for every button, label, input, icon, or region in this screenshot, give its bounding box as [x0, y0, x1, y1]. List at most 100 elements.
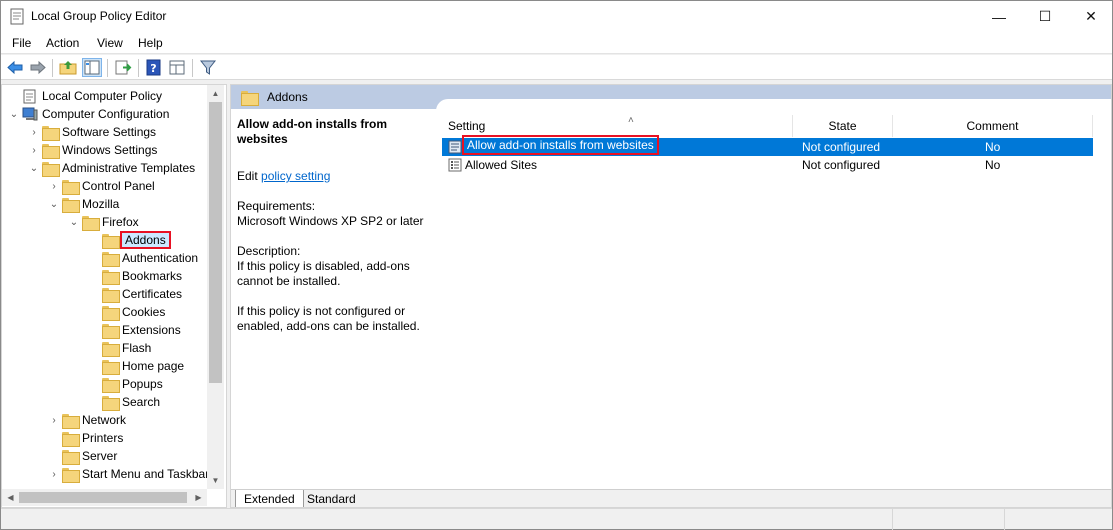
tree-item[interactable]: › Software Settings	[26, 123, 156, 141]
up-folder-icon[interactable]	[59, 59, 77, 76]
folder-icon	[62, 431, 80, 447]
forward-arrow-icon[interactable]	[29, 59, 47, 76]
menu-action[interactable]: Action	[46, 36, 79, 50]
menu-bar: File Action View Help	[1, 32, 1112, 54]
tree-item[interactable]: › Start Menu and Taskbar	[46, 465, 209, 483]
tab-standard[interactable]: Standard	[299, 490, 364, 507]
folder-icon	[42, 125, 60, 141]
folder-icon	[42, 143, 60, 159]
tree-item[interactable]: Cookies	[86, 303, 165, 321]
setting-comment: No	[985, 140, 1001, 154]
tree-item-label: Local Computer Policy	[42, 89, 163, 103]
scroll-left-arrow-icon[interactable]: ◀	[2, 489, 19, 506]
description-line-1: If this policy is disabled, add-ons cann…	[237, 259, 410, 288]
table-row[interactable]: Allowed Sites Not configured No	[442, 156, 1093, 174]
settings-list: Setting ˄ State Comment Allow add-on ins…	[436, 99, 1111, 489]
folder-icon	[102, 269, 120, 285]
folder-icon	[42, 161, 60, 177]
scroll-right-arrow-icon[interactable]: ▶	[190, 489, 207, 506]
description-line-2: If this policy is not configured or enab…	[237, 304, 420, 333]
export-list-icon[interactable]	[114, 59, 132, 76]
tab-extended[interactable]: Extended	[235, 490, 304, 507]
setting-state: Not configured	[802, 158, 881, 172]
tree-item[interactable]: Bookmarks	[86, 267, 182, 285]
folder-icon	[102, 233, 120, 249]
tree-item[interactable]: ⌄ Computer Configuration	[6, 105, 169, 123]
menu-file[interactable]: File	[12, 36, 31, 50]
view-tabs: Extended Standard	[231, 489, 1111, 507]
scroll-down-arrow-icon[interactable]: ▼	[207, 472, 224, 489]
chevron-right-icon[interactable]: ›	[26, 127, 42, 138]
chevron-right-icon[interactable]: ›	[46, 415, 62, 426]
tree-item[interactable]: › Windows Settings	[26, 141, 157, 159]
tree-item[interactable]: Certificates	[86, 285, 182, 303]
tree-item-label: Home page	[122, 359, 185, 373]
folder-icon	[102, 377, 120, 393]
folder-icon	[62, 413, 80, 429]
show-hide-tree-icon[interactable]	[82, 58, 102, 77]
tree-item[interactable]: › Network	[46, 411, 126, 429]
maximize-button[interactable]: ☐	[1022, 1, 1068, 32]
minimize-button[interactable]: —	[976, 1, 1022, 32]
close-button[interactable]: ✕	[1068, 1, 1113, 32]
properties-view-icon[interactable]	[168, 59, 186, 76]
tree-item-label: Popups	[122, 377, 163, 391]
policy-setting-link[interactable]: policy setting	[261, 169, 330, 183]
chevron-down-icon[interactable]: ⌄	[66, 217, 82, 228]
tree-item[interactable]: Home page	[86, 357, 184, 375]
tree-item-label: Network	[82, 413, 127, 427]
sort-ascending-icon: ˄	[628, 115, 634, 126]
column-header-state[interactable]: State	[793, 115, 893, 137]
column-label-state: State	[828, 119, 857, 133]
tree-item-label: Addons	[120, 231, 171, 249]
tree-item[interactable]: ⌄ Mozilla	[46, 195, 119, 213]
setting-name: Allow add-on installs from websites	[462, 135, 659, 155]
tree-item[interactable]: ⌄ Administrative Templates	[26, 159, 195, 177]
column-header-setting[interactable]: Setting ˄	[448, 115, 793, 137]
app-window: Local Group Policy Editor — ☐ ✕ File Act…	[0, 0, 1113, 530]
tree-item[interactable]: Local Computer Policy	[6, 87, 162, 105]
tree-item-label: Start Menu and Taskbar	[82, 467, 210, 481]
help-icon[interactable]: ?	[145, 59, 163, 76]
menu-help[interactable]: Help	[138, 36, 163, 50]
chevron-right-icon[interactable]: ›	[26, 145, 42, 156]
folder-icon	[102, 305, 120, 321]
computer-icon	[22, 107, 38, 120]
chevron-down-icon[interactable]: ⌄	[46, 199, 62, 210]
filter-icon[interactable]	[199, 59, 217, 76]
tree-pane: Local Computer Policy ⌄ Computer Configura…	[1, 84, 227, 508]
tree-item[interactable]: Printers	[46, 429, 123, 447]
chevron-right-icon[interactable]: ›	[46, 181, 62, 192]
chevron-down-icon[interactable]: ⌄	[26, 163, 42, 174]
tree-item[interactable]: Addons	[86, 231, 171, 249]
tree-item[interactable]: › Control Panel	[46, 177, 155, 195]
toolbar-separator	[107, 59, 108, 77]
tree-item[interactable]: Server	[46, 447, 117, 465]
folder-icon	[102, 341, 120, 357]
column-label-setting: Setting	[448, 119, 486, 133]
tree-item[interactable]: Extensions	[86, 321, 181, 339]
setting-name: Allowed Sites	[465, 158, 538, 172]
details-pane: Addons Allow add-on installs from websit…	[230, 84, 1112, 508]
tree-vertical-scrollbar[interactable]: ▲ ▼	[207, 85, 224, 489]
back-arrow-icon[interactable]	[6, 59, 24, 76]
tree-item[interactable]: Authentication	[86, 249, 198, 267]
tree-item[interactable]: Search	[86, 393, 160, 411]
table-row[interactable]: Allow add-on installs from websites Not …	[442, 135, 1093, 156]
tree-horizontal-scrollbar[interactable]: ◀ ▶	[2, 489, 207, 506]
tree-item-label: Mozilla	[82, 197, 120, 211]
tree-item[interactable]: ⌄ Firefox	[66, 213, 139, 231]
tree-item-label: Authentication	[122, 251, 199, 265]
tree-item-label: Bookmarks	[122, 269, 183, 283]
tree-item[interactable]: Flash	[86, 339, 151, 357]
scrollbar-thumb[interactable]	[209, 102, 222, 383]
menu-view[interactable]: View	[97, 36, 123, 50]
chevron-right-icon[interactable]: ›	[46, 469, 62, 480]
folder-icon	[102, 323, 120, 339]
scrollbar-thumb[interactable]	[19, 492, 187, 503]
column-header-comment[interactable]: Comment	[893, 115, 1093, 137]
scroll-up-arrow-icon[interactable]: ▲	[207, 85, 224, 102]
folder-icon	[241, 91, 259, 106]
chevron-down-icon[interactable]: ⌄	[6, 109, 22, 120]
tree-item[interactable]: Popups	[86, 375, 163, 393]
